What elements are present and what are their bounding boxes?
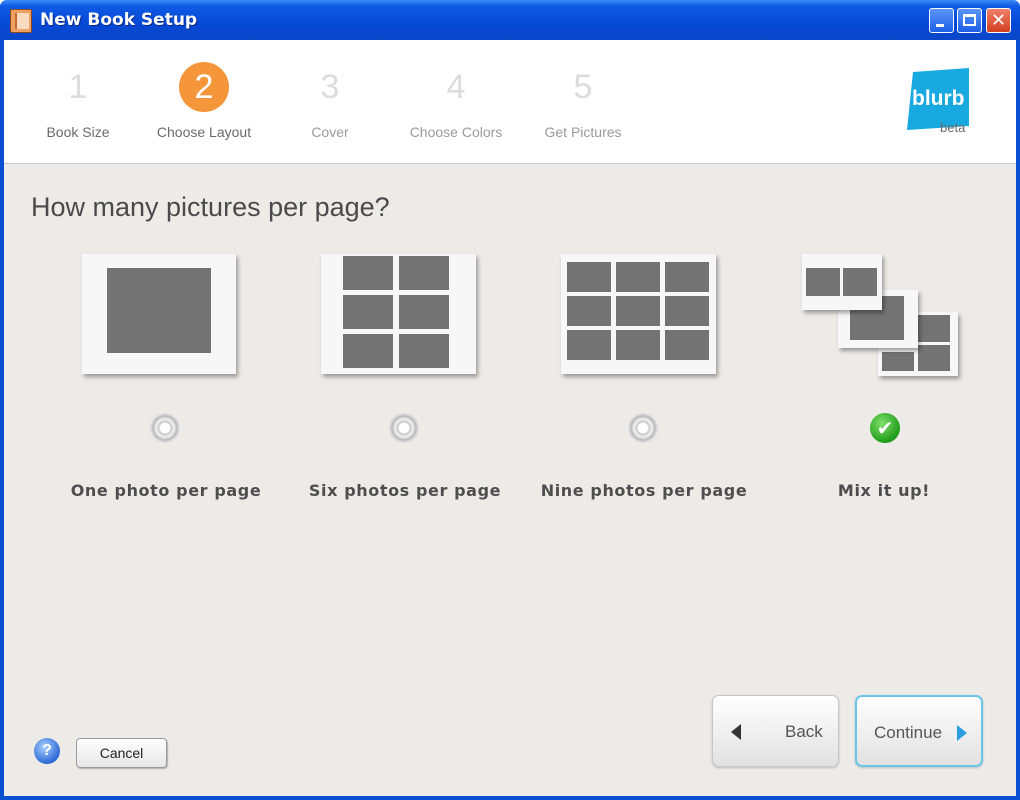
layout-thumbnail: [321, 254, 476, 374]
close-button[interactable]: ✕: [986, 8, 1011, 33]
step-cover: 3 Cover: [267, 62, 393, 140]
photo-placeholder: [343, 334, 393, 368]
arrow-right-icon: [957, 725, 967, 741]
option-six-photos[interactable]: Six photos per page: [285, 250, 525, 510]
cancel-button[interactable]: Cancel: [76, 738, 167, 768]
maximize-button[interactable]: [957, 8, 982, 33]
continue-button[interactable]: Continue: [855, 695, 983, 767]
steps-header: 1 Book Size 2 Choose Layout 3 Cover 4 Ch…: [4, 40, 1016, 164]
step-choose-colors: 4 Choose Colors: [393, 62, 519, 140]
photo-placeholder: [616, 296, 660, 326]
title-bar[interactable]: New Book Setup ✕: [0, 0, 1020, 40]
close-icon: ✕: [990, 10, 1007, 31]
photo-placeholder: [107, 268, 211, 353]
photo-placeholder: [665, 330, 709, 360]
option-one-photo[interactable]: One photo per page: [46, 250, 286, 510]
step-label: Book Size: [46, 124, 110, 140]
photo-placeholder: [343, 256, 393, 290]
layout-thumbnail: [82, 254, 236, 374]
minimize-button[interactable]: [929, 8, 954, 33]
blurb-logo-text: blurb: [912, 87, 965, 110]
step-number: 1: [68, 68, 88, 106]
option-label: Six photos per page: [308, 481, 502, 500]
help-icon[interactable]: ?: [34, 738, 60, 764]
photo-placeholder: [665, 262, 709, 292]
step-number: 4: [446, 68, 466, 106]
step-label: Choose Layout: [156, 124, 252, 140]
page-question: How many pictures per page?: [31, 192, 390, 222]
radio-button[interactable]: [150, 413, 180, 443]
photo-placeholder: [616, 262, 660, 292]
app-window: New Book Setup ✕ 1 Book Size 2 Choose La…: [0, 0, 1020, 800]
step-number: 3: [320, 68, 340, 106]
photo-placeholder: [567, 262, 611, 292]
step-number: 5: [573, 68, 593, 106]
option-label: Nine photos per page: [540, 481, 748, 500]
step-get-pictures: 5 Get Pictures: [520, 62, 646, 140]
photo-placeholder: [665, 296, 709, 326]
arrow-left-icon: [731, 724, 741, 740]
continue-button-label: Continue: [874, 723, 943, 742]
photo-placeholder: [567, 296, 611, 326]
beta-badge: beta: [940, 120, 966, 135]
photo-placeholder: [806, 268, 840, 296]
checkmark-icon[interactable]: ✔: [870, 413, 900, 443]
photo-placeholder: [882, 352, 914, 371]
step-label: Get Pictures: [544, 124, 622, 140]
photo-placeholder: [399, 334, 449, 368]
step-number: 2: [179, 62, 229, 112]
book-app-icon: [10, 9, 32, 33]
photo-placeholder: [616, 330, 660, 360]
layout-thumbnail: [561, 254, 716, 374]
step-label: Choose Colors: [409, 124, 503, 140]
photo-placeholder: [918, 345, 950, 371]
maximize-icon: [963, 14, 976, 26]
option-nine-photos[interactable]: Nine photos per page: [524, 250, 764, 510]
option-mix-it-up[interactable]: ✔ Mix it up!: [764, 250, 1004, 510]
photo-placeholder: [843, 268, 877, 296]
option-label: One photo per page: [70, 481, 262, 500]
layout-thumbnail: [802, 254, 882, 310]
photo-placeholder: [918, 315, 950, 342]
photo-placeholder: [567, 330, 611, 360]
photo-placeholder: [399, 295, 449, 329]
minimize-icon: [936, 24, 944, 27]
option-label: Mix it up!: [837, 481, 931, 500]
back-button[interactable]: Back: [712, 695, 839, 767]
step-choose-layout[interactable]: 2 Choose Layout: [141, 62, 267, 140]
window-title: New Book Setup: [40, 10, 198, 30]
photo-placeholder: [343, 295, 393, 329]
back-button-label: Back: [785, 722, 823, 741]
radio-button[interactable]: [628, 413, 658, 443]
wizard-body: 1 Book Size 2 Choose Layout 3 Cover 4 Ch…: [4, 40, 1016, 796]
photo-placeholder: [399, 256, 449, 290]
step-label: Cover: [311, 124, 349, 140]
radio-button[interactable]: [389, 413, 419, 443]
step-book-size[interactable]: 1 Book Size: [15, 62, 141, 140]
